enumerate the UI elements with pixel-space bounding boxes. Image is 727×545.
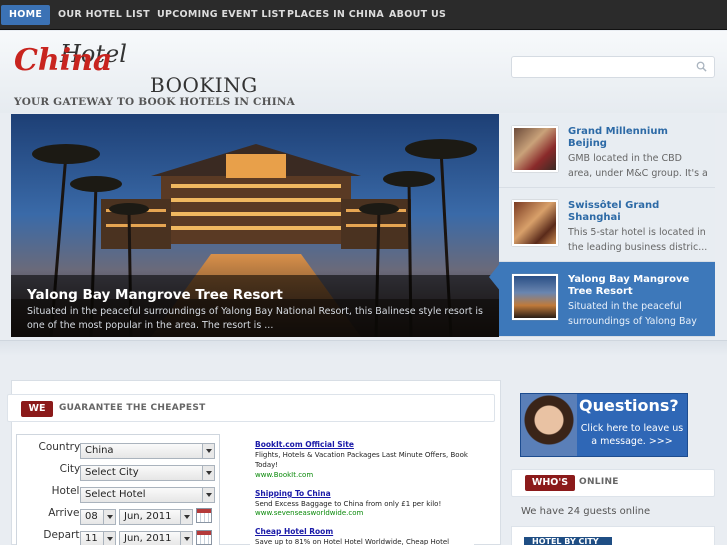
hotel-select-value: Select Hotel xyxy=(85,489,146,500)
featured-item-swissotel[interactable]: Swissôtel Grand Shanghai This 5-star hot… xyxy=(499,188,715,262)
ad-title[interactable]: Shipping To China xyxy=(255,489,331,498)
banner-subtext: Click here to leave us a message. >>> xyxy=(580,423,684,447)
hotel-thumbnail xyxy=(512,126,558,172)
featured-item-grand-millennium[interactable]: Grand Millennium Beijing GMB located in … xyxy=(499,114,715,188)
city-select-value: Select City xyxy=(85,467,139,478)
calendar-icon[interactable] xyxy=(196,508,212,523)
hotel-thumbnail xyxy=(512,274,558,320)
chevron-down-icon[interactable] xyxy=(202,444,214,458)
search-icon[interactable] xyxy=(696,61,707,72)
arrive-day-value: 08 xyxy=(85,511,98,522)
ad-text: Flights, Hotels & Vacation Packages Last… xyxy=(255,451,468,469)
logo-china-text[interactable]: China xyxy=(14,44,112,78)
calendar-icon[interactable] xyxy=(196,530,212,545)
slide-description: Situated in the peaceful surroundings of… xyxy=(27,306,483,331)
top-nav: HOME OUR HOTEL LIST UPCOMING EVENT LIST … xyxy=(0,0,727,30)
ad-title[interactable]: BookIt.com Official Site xyxy=(255,440,354,449)
chevron-down-icon[interactable] xyxy=(103,510,115,524)
featured-item-text: Situated in the peaceful surroundings of… xyxy=(568,301,697,327)
chevron-down-icon[interactable] xyxy=(202,466,214,480)
chevron-down-icon[interactable] xyxy=(180,510,192,524)
nav-about-us[interactable]: ABOUT US xyxy=(389,0,446,30)
country-label: Country: xyxy=(38,441,84,453)
depart-day-select[interactable]: 11 xyxy=(80,531,116,545)
banner-heading: Questions? xyxy=(579,396,679,415)
depart-month-select[interactable]: Jun, 2011 xyxy=(119,531,193,545)
logo-booking-text[interactable]: BOOKING xyxy=(150,74,258,96)
hotel-by-city-label: HOTEL BY CITY xyxy=(532,537,599,545)
ad-text: Save up to 81% on Hotel Hotel Worldwide,… xyxy=(255,538,450,545)
featured-item-title[interactable]: Grand Millennium Beijing xyxy=(568,126,708,150)
guests-online-count: We have 24 guests online xyxy=(521,506,651,517)
search-input[interactable] xyxy=(511,56,715,78)
slide-title[interactable]: Yalong Bay Mangrove Tree Resort xyxy=(27,287,283,303)
hotel-thumbnail xyxy=(512,200,558,246)
city-label: City: xyxy=(59,463,83,475)
arrive-month-value: Jun, 2011 xyxy=(124,511,172,522)
hotel-select[interactable]: Select Hotel xyxy=(80,487,215,503)
nav-upcoming-event-list[interactable]: UPCOMING EVENT LIST xyxy=(157,0,285,30)
ad-title[interactable]: Cheap Hotel Room xyxy=(255,527,333,536)
nav-places-in-china[interactable]: PLACES IN CHINA xyxy=(287,0,384,30)
support-agent-photo xyxy=(521,394,577,456)
questions-banner[interactable]: Questions? Click here to leave us a mess… xyxy=(520,393,688,457)
whos-online-heading-text: ONLINE xyxy=(579,477,619,487)
depart-label: Depart: xyxy=(43,529,83,541)
active-slide-pointer xyxy=(489,262,501,292)
section-divider xyxy=(0,340,727,356)
hotel-search-form: Country: China City: Select City Hotel: … xyxy=(16,434,220,545)
arrive-month-select[interactable]: Jun, 2011 xyxy=(119,509,193,525)
featured-item-text: GMB located in the CBD area, under M&C g… xyxy=(568,153,708,179)
chevron-down-icon[interactable] xyxy=(103,532,115,545)
nav-home[interactable]: HOME xyxy=(1,5,51,25)
country-select-value: China xyxy=(85,445,114,456)
country-select[interactable]: China xyxy=(80,443,215,459)
chevron-down-icon[interactable] xyxy=(202,488,214,502)
arrive-label: Arrive: xyxy=(48,507,83,519)
featured-item-text: This 5-star hotel is located in the lead… xyxy=(568,227,708,253)
featured-list: Grand Millennium Beijing GMB located in … xyxy=(499,114,715,337)
featured-item-yalong-bay[interactable]: Yalong Bay Mangrove Tree Resort Situated… xyxy=(499,262,715,337)
featured-item-title[interactable]: Yalong Bay Mangrove Tree Resort xyxy=(568,274,708,298)
depart-day-value: 11 xyxy=(85,533,98,544)
logo-tagline: YOUR GATEWAY TO BOOK HOTELS IN CHINA xyxy=(14,96,295,108)
whos-online-tag: WHO'S xyxy=(525,475,575,491)
featured-item-title[interactable]: Swissôtel Grand Shanghai xyxy=(568,200,708,224)
arrive-day-select[interactable]: 08 xyxy=(80,509,116,525)
nav-our-hotel-list[interactable]: OUR HOTEL LIST xyxy=(58,0,150,30)
chevron-down-icon[interactable] xyxy=(180,532,192,545)
ad-url[interactable]: www.BookIt.com xyxy=(255,471,313,479)
guarantee-tag: WE xyxy=(21,401,53,417)
ad-text: Send Excess Baggage to China from only £… xyxy=(255,500,442,508)
sponsored-ads: BookIt.com Official Site Flights, Hotels… xyxy=(250,434,474,545)
city-select[interactable]: Select City xyxy=(80,465,215,481)
hotel-label: Hotel: xyxy=(51,485,83,497)
ad-url[interactable]: www.sevenseasworldwide.com xyxy=(255,509,363,517)
guarantee-heading-text: GUARANTEE THE CHEAPEST xyxy=(59,403,206,413)
hotel-by-city-tab[interactable]: HOTEL BY CITY xyxy=(524,537,612,545)
depart-month-value: Jun, 2011 xyxy=(124,533,172,544)
